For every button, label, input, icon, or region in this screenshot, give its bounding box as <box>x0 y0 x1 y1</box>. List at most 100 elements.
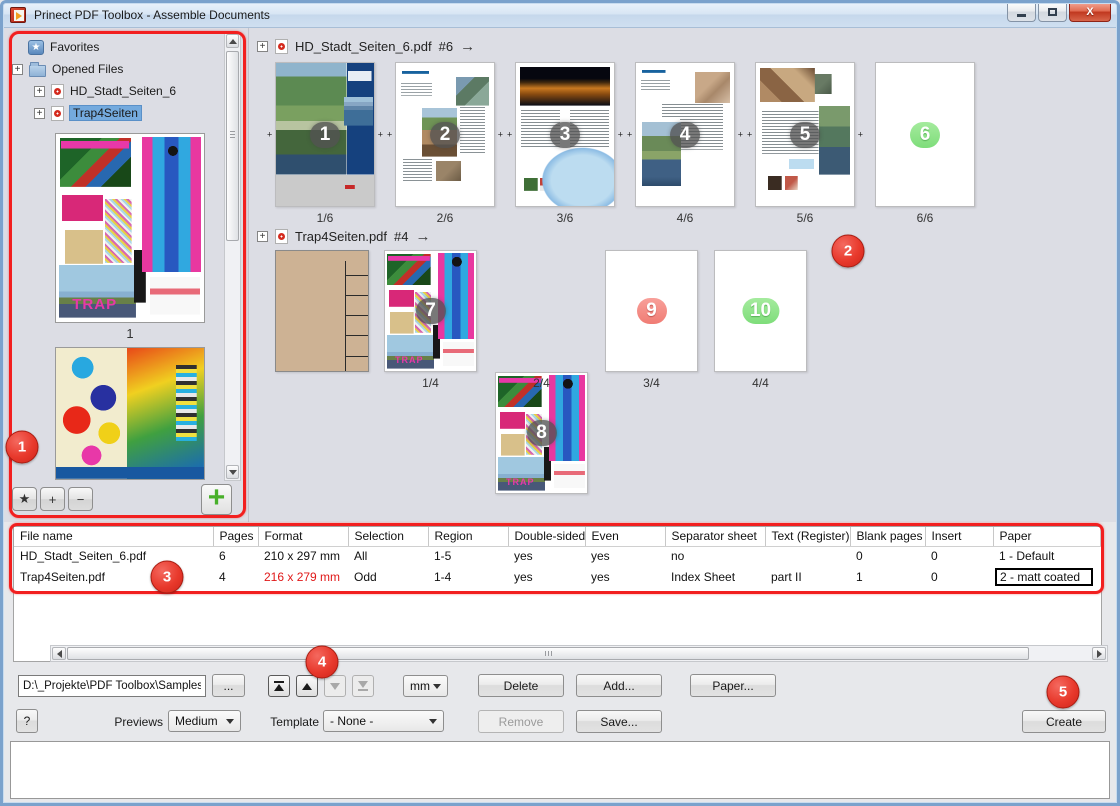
column-header[interactable]: File name <box>14 527 213 546</box>
sidebar-item-opened-files[interactable]: + Opened Files <box>12 60 123 78</box>
column-header[interactable]: Even <box>585 527 665 546</box>
expander-icon[interactable]: + <box>34 86 45 97</box>
close-button[interactable]: X <box>1069 3 1111 22</box>
browse-button[interactable]: ... <box>212 674 245 697</box>
scrollbar-thumb[interactable] <box>226 51 239 241</box>
cell-selection[interactable]: All <box>348 546 428 566</box>
column-header[interactable]: Blank pages <box>850 527 925 546</box>
column-header[interactable]: Region <box>428 527 508 546</box>
sidebar-item-trap4seiten[interactable]: + Trap4Seiten <box>34 104 141 122</box>
sidebar-scrollbar[interactable] <box>224 32 241 481</box>
cell-format[interactable]: 210 x 297 mm <box>258 546 348 566</box>
column-header[interactable]: Text (Register) <box>765 527 850 546</box>
remove-button[interactable]: Remove <box>478 710 564 733</box>
sidebar-page-thumbnail-1[interactable] <box>55 133 205 323</box>
help-button[interactable]: ? <box>16 709 38 733</box>
page-thumbnail-blank[interactable]: 10 <box>714 250 807 372</box>
scrollbar-thumb[interactable] <box>67 647 1029 660</box>
move-up-button[interactable] <box>296 675 318 697</box>
move-down-button[interactable] <box>324 675 346 697</box>
column-header[interactable]: Pages <box>213 527 258 546</box>
page-thumbnail[interactable]: 8 <box>495 372 588 494</box>
title-bar[interactable]: Prinect PDF Toolbox - Assemble Documents… <box>3 3 1117 28</box>
horizontal-scrollbar[interactable] <box>50 645 1108 662</box>
page-label: 2/4 <box>495 376 588 390</box>
document-name[interactable]: Trap4Seiten.pdf <box>295 229 387 244</box>
cell-text-register[interactable] <box>765 546 850 566</box>
cell-even[interactable]: yes <box>585 546 665 566</box>
insert-arrow-icon[interactable]: → <box>460 38 475 55</box>
column-header[interactable]: Double-sided <box>508 527 585 546</box>
expand-button[interactable]: + <box>40 487 65 511</box>
collapse-button[interactable]: − <box>68 487 93 511</box>
cell-pages[interactable]: 6 <box>213 546 258 566</box>
column-header[interactable]: Paper <box>993 527 1100 546</box>
sidebar-item-hd-stadt-seiten[interactable]: + HD_Stadt_Seiten_6 <box>34 82 176 100</box>
page-thumbnail[interactable]: 2 <box>395 62 495 207</box>
cell-separator-sheet[interactable]: no <box>665 546 765 566</box>
page-number-badge: 7 <box>416 298 446 324</box>
minimize-button[interactable] <box>1007 3 1036 22</box>
maximize-button[interactable] <box>1038 3 1067 22</box>
sidebar-page-thumbnail-2[interactable] <box>55 347 205 480</box>
unit-dropdown[interactable]: mm <box>403 675 448 697</box>
cell-double-sided[interactable]: yes <box>508 566 585 588</box>
cell-selection[interactable]: Odd <box>348 566 428 588</box>
chevron-down-icon <box>226 719 234 724</box>
cell-double-sided[interactable]: yes <box>508 546 585 566</box>
page-thumbnail[interactable]: 5 <box>755 62 855 207</box>
page-thumbnail[interactable]: 3 <box>515 62 615 207</box>
scroll-left-button[interactable] <box>52 647 66 660</box>
page-thumbnail[interactable]: 4 <box>635 62 735 207</box>
paper-button[interactable]: Paper... <box>690 674 776 697</box>
cell-file-name[interactable]: HD_Stadt_Seiten_6.pdf <box>14 546 213 566</box>
cell-paper[interactable]: 1 - Default <box>993 546 1100 566</box>
cell-paper-editing[interactable]: 2 - matt coated <box>993 566 1100 588</box>
cell-blank-pages[interactable]: 1 <box>850 566 925 588</box>
template-dropdown[interactable]: - None - <box>323 710 444 732</box>
scroll-up-button[interactable] <box>226 34 239 48</box>
column-header[interactable]: Format <box>258 527 348 546</box>
column-header[interactable]: Insert <box>925 527 993 546</box>
expander-icon[interactable]: + <box>257 41 268 52</box>
page-thumbnail-blank[interactable]: 9 <box>605 250 698 372</box>
add-button[interactable]: Add... <box>576 674 662 697</box>
paper-edit-box[interactable]: 2 - matt coated <box>995 568 1093 586</box>
page-thumbnail[interactable]: 1 <box>275 62 375 207</box>
scroll-right-button[interactable] <box>1092 647 1106 660</box>
cell-pages[interactable]: 4 <box>213 566 258 588</box>
path-input[interactable] <box>18 675 206 697</box>
save-button[interactable]: Save... <box>576 710 662 733</box>
insert-arrow-icon[interactable]: → <box>416 228 431 245</box>
create-button[interactable]: Create <box>1022 710 1106 733</box>
cell-text-register[interactable]: part II <box>765 566 850 588</box>
move-to-top-button[interactable] <box>268 675 290 697</box>
scroll-down-button[interactable] <box>226 465 239 479</box>
page-thumbnail[interactable]: 7 <box>384 250 477 372</box>
expander-icon[interactable]: + <box>34 108 45 119</box>
annotation-marker-1: 1 <box>6 431 39 464</box>
column-header[interactable]: Selection <box>348 527 428 546</box>
cell-blank-pages[interactable]: 0 <box>850 546 925 566</box>
separator-sheet-thumbnail[interactable] <box>275 250 369 372</box>
expander-icon[interactable]: + <box>12 64 23 75</box>
cell-format-warning[interactable]: 216 x 279 mm <box>258 566 348 588</box>
cell-region[interactable]: 1-4 <box>428 566 508 588</box>
document-name[interactable]: HD_Stadt_Seiten_6.pdf <box>295 39 432 54</box>
previews-dropdown[interactable]: Medium <box>168 710 241 732</box>
page-thumbnail-blank[interactable]: 6 <box>875 62 975 207</box>
column-header[interactable]: Separator sheet <box>665 527 765 546</box>
cell-insert[interactable]: 0 <box>925 566 993 588</box>
bar-icon <box>274 681 284 683</box>
expander-icon[interactable]: + <box>257 231 268 242</box>
sidebar-item-favorites[interactable]: ★ Favorites <box>28 38 99 56</box>
cell-even[interactable]: yes <box>585 566 665 588</box>
delete-button[interactable]: Delete <box>478 674 564 697</box>
cell-separator-sheet[interactable]: Index Sheet <box>665 566 765 588</box>
cell-insert[interactable]: 0 <box>925 546 993 566</box>
page-label: 6/6 <box>875 211 975 225</box>
move-to-bottom-button[interactable] <box>352 675 374 697</box>
favorite-button[interactable]: ★ <box>12 487 37 511</box>
add-document-button[interactable]: + <box>201 484 232 515</box>
cell-region[interactable]: 1-5 <box>428 546 508 566</box>
